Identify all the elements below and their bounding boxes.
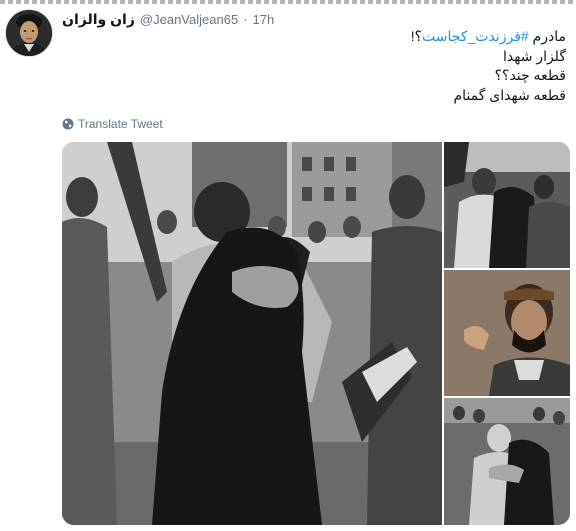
photo-embrace-crowd [62,142,442,525]
media-photo-main[interactable] [62,142,442,525]
tweet-time[interactable]: 17h [253,12,275,27]
tweet-text-line-4: قطعه شهدای گمنام [453,86,566,103]
separator-dot: · [243,12,248,27]
media-photo-4[interactable] [444,398,570,525]
tweet-text-line-1-prefix: مادرم [528,28,566,44]
previous-tweet-edge [0,0,576,4]
display-name[interactable]: زان والزان [62,11,135,28]
photo-young-fighter [444,270,570,396]
media-grid [62,142,570,525]
tweet-text-line-1-suffix: ؟! [410,28,423,44]
translate-tweet-link[interactable]: Translate Tweet [62,117,163,131]
tweet-text-line-2: گلزار شهدا [503,47,566,64]
media-photo-2[interactable] [444,142,570,268]
avatar[interactable] [6,10,52,56]
tweet-text-line-3: قطعه چند؟؟ [494,67,566,83]
user-handle[interactable]: @JeanValjean65 [140,12,238,27]
photo-crowd-embrace [444,398,570,525]
avatar-portrait-icon [6,10,52,56]
hashtag-link[interactable]: #فرزندت_کجاست [422,28,529,44]
photo-embrace-women [444,142,570,268]
translate-tweet-label: Translate Tweet [78,117,163,131]
globe-icon [62,118,74,130]
tweet-text-line-1: مادرم #فرزندت_کجاست؟! [66,27,566,47]
tweet-text: مادرم #فرزندت_کجاست؟! گلزار شهدا قطعه چن… [66,27,566,105]
media-photo-3[interactable] [444,270,570,396]
